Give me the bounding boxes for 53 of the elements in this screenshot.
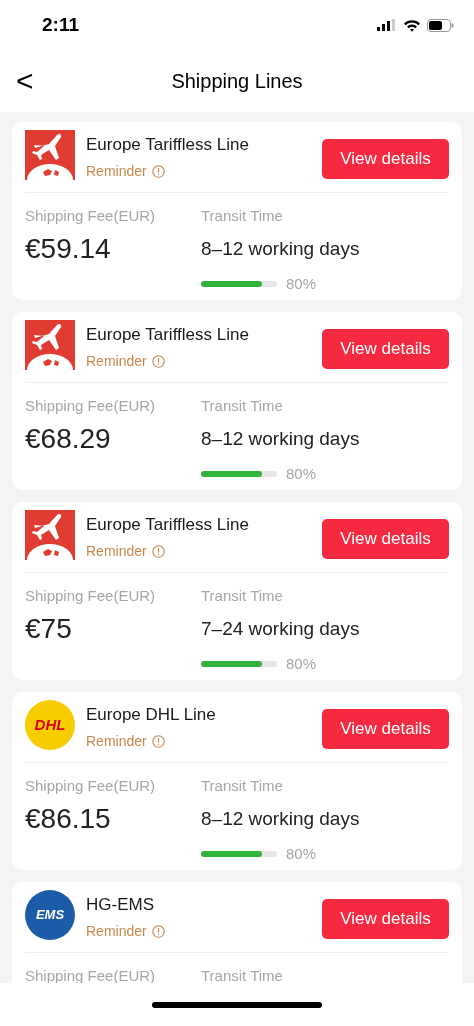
plane-globe-icon [25,130,75,180]
line-name: Europe Tariffless Line [86,134,250,156]
reminder-label: Reminder [86,731,147,751]
transit-time: 8–12 working days [201,807,360,831]
view-details-button[interactable]: View details [322,709,449,749]
dhl-logo: DHL [25,700,75,750]
reminder-label: Reminder [86,351,147,371]
fee-label: Shipping Fee(EUR) [25,395,157,416]
page-title: Shipping Lines [171,69,303,94]
progress-percent: 80% [286,273,317,294]
transit-time: 8–12 working days [201,237,360,261]
transit-label: Transit Time [201,395,284,416]
shipping-fee: €59.14 [25,232,112,266]
shipping-fee: €75 [25,612,73,646]
line-name: Europe Tariffless Line [86,514,250,536]
view-details-button[interactable]: View details [322,519,449,559]
line-name: HG-EMS [86,894,155,916]
signal-icon [377,19,397,31]
shipping-fee: €86.15 [25,802,112,836]
fee-label: Shipping Fee(EUR) [25,965,157,983]
reminder-label: Reminder [86,541,147,561]
plane-globe-icon [25,510,75,560]
progress-percent: 80% [286,653,317,674]
battery-icon [427,18,454,32]
transit-label: Transit Time [201,775,284,796]
ems-logo: EMS [25,890,75,940]
reminder-label: Reminder [86,921,147,941]
info-icon[interactable] [151,354,165,368]
shipping-fee: €68.29 [25,422,112,456]
progress-percent: 80% [286,843,317,864]
info-icon[interactable] [151,164,165,178]
transit-time: 8–12 working days [201,427,360,451]
view-details-button[interactable]: View details [322,329,449,369]
info-icon[interactable] [151,734,165,748]
transit-label: Transit Time [201,965,283,983]
back-button[interactable]: < [16,66,34,96]
view-details-button[interactable]: View details [322,139,449,179]
transit-label: Transit Time [201,205,284,226]
view-details-button[interactable]: View details [322,899,449,939]
transit-label: Transit Time [201,585,284,606]
progress-percent: 80% [286,463,317,484]
line-name: Europe Tariffless Line [86,324,250,346]
fee-label: Shipping Fee(EUR) [25,205,157,226]
fee-label: Shipping Fee(EUR) [25,585,157,606]
wifi-icon [403,18,421,32]
status-time: 2:11 [42,12,79,37]
transit-time: 7–24 working days [201,617,360,641]
reminder-label: Reminder [86,161,147,181]
info-icon[interactable] [151,544,165,558]
plane-globe-icon [25,320,75,370]
line-name: Europe DHL Line [86,704,217,726]
fee-label: Shipping Fee(EUR) [25,775,157,796]
info-icon[interactable] [151,924,165,938]
